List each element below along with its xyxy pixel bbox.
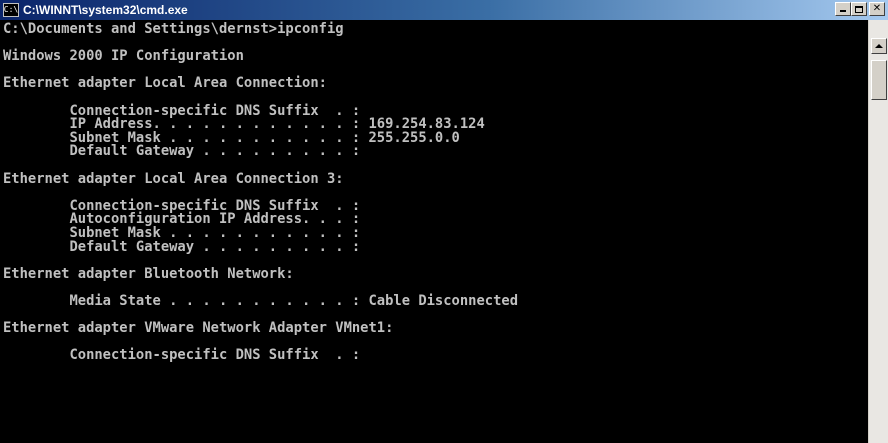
scroll-up-arrow-icon [875,44,883,48]
console-line: Default Gateway . . . . . . . . . : [3,238,361,255]
cmd-window: C:\ C:\WINNT\system32\cmd.exe ✕ C:\Docum… [0,0,888,443]
console-line: Ethernet adapter Local Area Connection: [3,75,327,92]
caption-buttons: ✕ [835,2,885,16]
vertical-scrollbar[interactable] [868,20,888,443]
window-title: C:\WINNT\system32\cmd.exe [23,3,188,17]
minimize-button[interactable] [835,2,851,16]
title-bar[interactable]: C:\ C:\WINNT\system32\cmd.exe ✕ [0,0,888,20]
cmd-icon[interactable]: C:\ [3,3,19,17]
console-line: Media State . . . . . . . . . . . : Cabl… [3,292,518,309]
close-button[interactable]: ✕ [869,2,885,16]
console-line: Connection-specific DNS Suffix . : [3,347,361,364]
minimize-icon [840,10,846,12]
cmd-icon-label: C:\ [3,5,19,14]
maximize-button[interactable] [851,2,867,16]
console-output[interactable]: C:\Documents and Settings\dernst>ipconfi… [0,20,868,443]
close-icon: ✕ [872,3,882,14]
console-line: Ethernet adapter Bluetooth Network: [3,265,294,282]
console-line: C:\Documents and Settings\dernst>ipconfi… [3,21,344,37]
scroll-up-button[interactable] [871,38,887,54]
console-line: Ethernet adapter Local Area Connection 3… [3,170,344,187]
maximize-icon [855,5,863,13]
scrollbar-thumb[interactable] [871,60,887,100]
console-line: Windows 2000 IP Configuration [3,48,244,65]
console-line: Ethernet adapter VMware Network Adapter … [3,320,394,337]
console-lines: C:\Documents and Settings\dernst>ipconfi… [0,20,868,363]
console-line: Default Gateway . . . . . . . . . : [3,143,361,160]
